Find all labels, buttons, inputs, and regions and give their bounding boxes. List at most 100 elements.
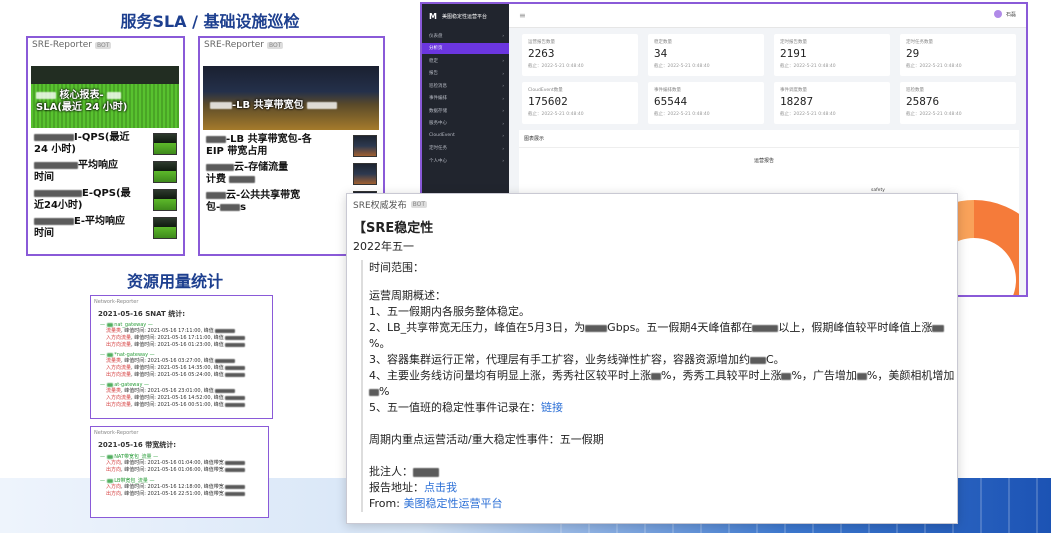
sidebar-item[interactable]: 稳定 › bbox=[422, 55, 509, 66]
stat-value: 2191 bbox=[780, 47, 807, 60]
sidebar-item[interactable]: CloudEvent › bbox=[422, 130, 509, 141]
dashboard-topbar: ≡ 石磊 bbox=[509, 4, 1026, 28]
gateway-name: — LB带宽包_流量 — bbox=[100, 478, 155, 484]
lb-chart-area bbox=[203, 66, 379, 130]
report-row[interactable]: E-QPS(最 近24小时) bbox=[28, 186, 183, 214]
bandwidth-title: 2021-05-16 带宽统计: bbox=[98, 441, 177, 449]
sidebar-item[interactable]: 巡检消息 › bbox=[422, 80, 509, 91]
bandwidth-groups: — NAT带宽包_流量 — 入方向, 峰值时间: 2021-05-16 01:0… bbox=[94, 453, 265, 498]
avatar bbox=[993, 10, 1002, 18]
menu-fold-icon[interactable]: ≡ bbox=[519, 11, 526, 20]
stat-card[interactable]: 事件编排数量 65544 截止：2022-5-21 0:48:40 bbox=[648, 82, 764, 124]
snat-groups: — nat_gateway — 流量类, 峰值时间: 2021-05-16 17… bbox=[94, 322, 269, 409]
sla-chart-label: 核心报表- SLA(最近 24 小时) bbox=[36, 90, 128, 113]
from-line: From: 美图稳定性运营平台 bbox=[369, 497, 503, 510]
report-address-link[interactable]: 点击我 bbox=[424, 481, 457, 494]
card-sender: SRE-Reporter bbox=[32, 40, 92, 50]
gateway-group: — NAT带宽包_流量 — 入方向, 峰值时间: 2021-05-16 01:0… bbox=[100, 453, 265, 474]
report-row[interactable]: E-平均响应 时间 bbox=[28, 214, 183, 242]
report-item-1: 1、五一假期内各服务整体稳定。 bbox=[369, 305, 530, 318]
dashboard-brand[interactable]: M 美图稳定性运营平台 bbox=[422, 4, 509, 28]
stat-date: 截止：2022-5-21 0:48:40 bbox=[906, 112, 962, 117]
traffic-row: 出方向流量, 峰值时间: 2021-05-16 00:51:00, 峰值 bbox=[106, 402, 269, 409]
stat-date: 截止：2022-5-21 0:48:40 bbox=[654, 112, 710, 117]
stat-card[interactable]: CloudEvent数量 175602 截止：2022-5-21 0:48:40 bbox=[522, 82, 638, 124]
approver-line: 批注人： bbox=[369, 464, 957, 480]
lb-chart-image[interactable]: -LB 共享带宽包 bbox=[200, 52, 383, 130]
traffic-row: 流量类, 峰值时间: 2021-05-16 03:27:00, 峰值 bbox=[106, 358, 269, 365]
sidebar-item[interactable]: 定时任务 › bbox=[422, 143, 509, 154]
stat-label: 事件编排数量 bbox=[654, 88, 681, 93]
stat-card[interactable]: 定时任务数量 29 截止：2022-5-21 0:48:40 bbox=[900, 34, 1016, 76]
sidebar-item[interactable]: 事件编排 › bbox=[422, 93, 509, 104]
sla-section-title: 服务SLA / 基础设施巡检 bbox=[120, 12, 300, 31]
sidebar-item[interactable]: 报告 › bbox=[422, 68, 509, 79]
event-log-link[interactable]: 链接 bbox=[541, 401, 563, 414]
card-header: SRE-Reporter BOT bbox=[28, 38, 183, 52]
chart-thumbnail bbox=[153, 189, 177, 211]
overview-label: 运营周期概述： bbox=[369, 289, 446, 302]
traffic-row: 入方向流量, 峰值时间: 2021-05-16 14:52:00, 峰值 bbox=[106, 395, 269, 402]
bandwidth-report-card: Network-Reporter 2021-05-16 带宽统计: — NAT带… bbox=[90, 426, 269, 518]
stat-label: 运营报告数量 bbox=[528, 40, 555, 45]
stat-label: 稳定数量 bbox=[654, 40, 672, 45]
stat-date: 截止：2022-5-21 0:48:40 bbox=[654, 64, 710, 69]
report-row[interactable]: -LB 共享带宽包-各 EIP 带宽占用 bbox=[200, 132, 383, 160]
report-address-line: 报告地址：点击我 bbox=[369, 481, 457, 494]
user-menu[interactable]: 石磊 bbox=[993, 10, 1016, 18]
bot-badge: BOT bbox=[266, 41, 284, 49]
sla-report-card-a: SRE-Reporter BOT 核心报表- SLA(最近 24 小时) I-QP… bbox=[26, 36, 185, 256]
platform-link[interactable]: 美图稳定性运营平台 bbox=[403, 497, 502, 510]
stat-label: 巡检数量 bbox=[906, 88, 924, 93]
stat-value: 2263 bbox=[528, 47, 555, 60]
sla-chart-dark-top bbox=[31, 66, 179, 84]
stat-card[interactable]: 巡检数量 25876 截止：2022-5-21 0:48:40 bbox=[900, 82, 1016, 124]
stat-date: 截止：2022-5-21 0:48:40 bbox=[528, 112, 584, 117]
sidebar-item[interactable]: 个人中心 › bbox=[422, 155, 509, 166]
stat-label: 事件调度数量 bbox=[780, 88, 807, 93]
events-line: 周期内重点运营活动/重大稳定性事件：五一假期 bbox=[369, 433, 604, 446]
traffic-row: 入方向流量, 峰值时间: 2021-05-16 17:11:00, 峰值 bbox=[106, 335, 269, 342]
report-header: SRE权威发布 BOT bbox=[347, 194, 957, 215]
sla-chart-image[interactable]: 核心报表- SLA(最近 24 小时) bbox=[28, 52, 183, 128]
sidebar-item[interactable]: 分析页 bbox=[422, 42, 509, 54]
stat-card[interactable]: 定时报告数量 2191 截止：2022-5-21 0:48:40 bbox=[774, 34, 890, 76]
report-subtitle: 2022年五一 bbox=[353, 240, 414, 253]
card-sender: SRE-Reporter bbox=[204, 40, 264, 50]
brand-logo-icon: M bbox=[429, 11, 437, 21]
report-item-4: 4、主要业务线访问量均有明显上涨，秀秀社区较平时上涨 %，秀秀工具较平时上涨 %，广… bbox=[369, 369, 955, 398]
traffic-row: 入方向流量, 峰值时间: 2021-05-16 14:35:00, 峰值 bbox=[106, 365, 269, 372]
stat-value: 65544 bbox=[654, 95, 688, 108]
chart-thumbnail bbox=[353, 163, 377, 185]
report-row[interactable]: 平均响应 时间 bbox=[28, 158, 183, 186]
sidebar-item[interactable]: 仪表盘 › bbox=[422, 30, 509, 41]
traffic-row: 流量类, 峰值时间: 2021-05-16 17:11:00, 峰值 bbox=[106, 328, 269, 335]
card-sender: Network-Reporter bbox=[94, 430, 139, 436]
report-item-5: 5、五一值班的稳定性事件记录在：链接 bbox=[369, 401, 563, 414]
stat-card[interactable]: 稳定数量 34 截止：2022-5-21 0:48:40 bbox=[648, 34, 764, 76]
report-row[interactable]: 云-存储流量 计费 bbox=[200, 160, 383, 188]
traffic-row: 出方向, 峰值时间: 2021-05-16 22:51:00, 峰值带宽 bbox=[106, 491, 265, 498]
gateway-group: — *nat-gateway — 流量类, 峰值时间: 2021-05-16 0… bbox=[100, 352, 269, 379]
stat-card[interactable]: 运营报告数量 2263 截止：2022-5-21 0:48:40 bbox=[522, 34, 638, 76]
report-row[interactable]: I-QPS(最近 24 小时) bbox=[28, 130, 183, 158]
stat-value: 29 bbox=[906, 47, 920, 60]
chart-thumbnail bbox=[153, 161, 177, 183]
gateway-group: — LB带宽包_流量 — 入方向, 峰值时间: 2021-05-16 12:18… bbox=[100, 477, 265, 498]
traffic-row: 出方向, 峰值时间: 2021-05-16 01:06:00, 峰值带宽 bbox=[106, 467, 265, 474]
sidebar-item[interactable]: 服务中心 › bbox=[422, 118, 509, 129]
stat-card[interactable]: 事件调度数量 18287 截止：2022-5-21 0:48:40 bbox=[774, 82, 890, 124]
user-name: 石磊 bbox=[1005, 11, 1016, 18]
stat-value: 34 bbox=[654, 47, 668, 60]
chart-thumbnail bbox=[153, 217, 177, 239]
traffic-row: 入方向, 峰值时间: 2021-05-16 01:04:00, 峰值带宽 bbox=[106, 460, 265, 467]
stat-date: 截止：2022-5-21 0:48:40 bbox=[906, 64, 962, 69]
report-body: 时间范围： 运营周期概述： 1、五一假期内各服务整体稳定。 2、LB_共享带宽无… bbox=[361, 260, 957, 512]
sre-report-message: SRE权威发布 BOT 【SRE稳定性 2022年五一 时间范围： 运营周期概述：… bbox=[346, 193, 958, 524]
stat-label: 定时任务数量 bbox=[906, 40, 933, 45]
sidebar-item[interactable]: 数据存储 › bbox=[422, 105, 509, 116]
stat-date: 截止：2022-5-21 0:48:40 bbox=[780, 112, 836, 117]
dashboard-app-title: 美图稳定性运营平台 bbox=[441, 13, 487, 20]
card-header: SRE-Reporter BOT bbox=[200, 38, 383, 52]
bot-badge: BOT bbox=[94, 41, 112, 49]
